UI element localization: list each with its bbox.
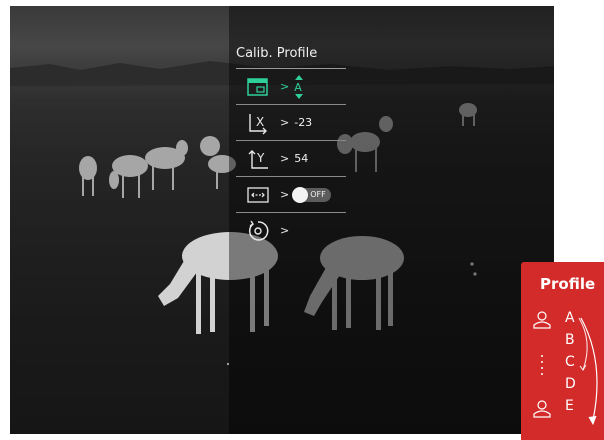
reset-icon: [248, 220, 269, 241]
menu-title: Calib. Profile: [236, 46, 346, 69]
flip-toggle[interactable]: OFF: [292, 186, 332, 203]
svg-text:X: X: [256, 115, 264, 129]
y-axis-icon: Y: [248, 149, 268, 169]
row-arrow: >: [280, 224, 290, 237]
y-offset-value: 54: [294, 152, 309, 165]
profile-card-icon: [247, 77, 268, 96]
row-arrow: >: [280, 188, 290, 201]
calib-profile-menu: Calib. Profile > A X > -23 Y > 54 > OFF …: [236, 46, 346, 248]
row-arrow: >: [280, 116, 290, 129]
user-icon: [533, 311, 551, 418]
profile-value: A: [294, 80, 302, 94]
menu-row-y-offset[interactable]: Y > 54: [236, 141, 346, 177]
chevron-up-icon[interactable]: [295, 74, 304, 80]
row-arrow: >: [280, 152, 290, 165]
profile-item-b: B: [565, 332, 575, 348]
profile-item-c: C: [565, 354, 575, 370]
profile-item-e: E: [565, 398, 574, 414]
menu-row-reset[interactable]: >: [236, 213, 346, 248]
profile-legend-panel: Profile A B C D E: [521, 262, 604, 440]
profile-item-a: A: [565, 310, 575, 326]
profile-item-d: D: [565, 376, 576, 392]
x-axis-icon: X: [249, 113, 267, 134]
toggle-label: OFF: [310, 189, 326, 199]
x-offset-value: -23: [294, 116, 313, 129]
menu-row-profile[interactable]: > A: [236, 69, 346, 105]
profile-panel-title: Profile: [540, 275, 596, 293]
svg-text:Y: Y: [256, 151, 265, 165]
menu-row-x-offset[interactable]: X > -23: [236, 105, 346, 141]
profile-stepper[interactable]: A: [294, 74, 306, 99]
horizontal-flip-icon: [247, 186, 269, 203]
row-arrow: >: [280, 80, 290, 93]
chevron-down-icon[interactable]: [295, 93, 304, 99]
toggle-knob: [292, 186, 309, 203]
menu-row-flip[interactable]: > OFF: [236, 177, 346, 213]
